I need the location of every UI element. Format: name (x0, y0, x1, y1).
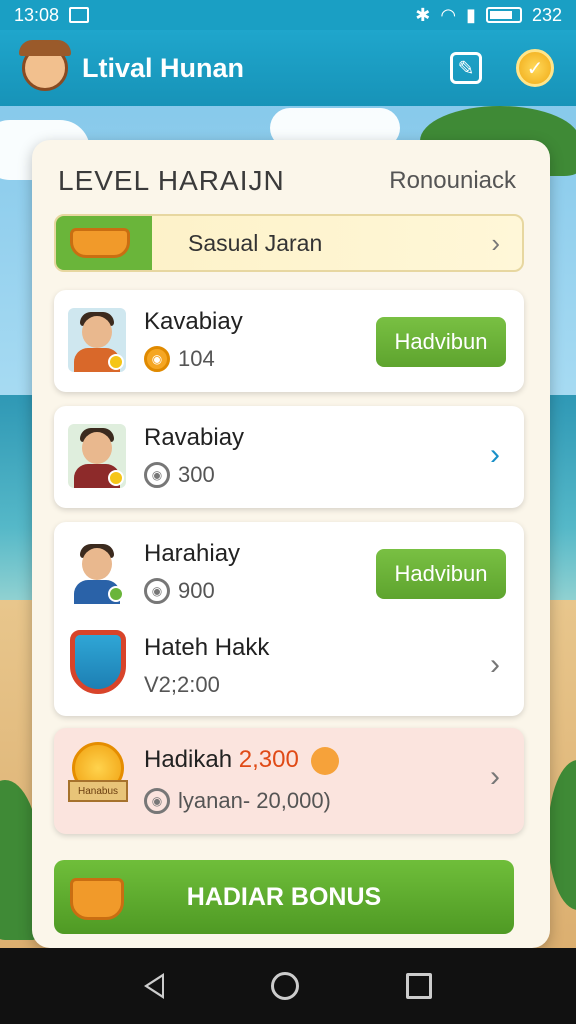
avatar[interactable] (19, 40, 71, 91)
bluetooth-icon: ✱ (415, 4, 431, 25)
banner-item[interactable]: Sasual Jaran › (54, 214, 524, 272)
chevron-right-icon: › (490, 760, 500, 793)
list-item[interactable]: Harahiay ◉ 900 Hadvibun (54, 522, 524, 622)
list-item[interactable]: Hateh Hakk V2;2:00 › (54, 616, 524, 716)
coin-icon: ◉ (144, 788, 170, 814)
player-name: Harahiay (144, 540, 241, 567)
wifi-icon: ◠ (440, 4, 457, 25)
coin-icon: ◉ (144, 462, 170, 488)
player-name: Kavabiay (144, 308, 243, 335)
list-item[interactable]: Ravabiay ◉ 300 › (54, 406, 524, 508)
item-value: V2;2:00 (144, 672, 220, 697)
list-item[interactable]: Hanabus Hadikah 2,300 ◉ lyanan- 20,000) … (54, 728, 524, 834)
back-icon[interactable] (143, 973, 164, 999)
status-icons: ✱ ◠ ▮ 232 (415, 5, 562, 26)
claim-button[interactable]: Hadvibun (376, 549, 506, 599)
chevron-right-icon: › (491, 227, 500, 258)
recents-icon[interactable] (406, 973, 433, 999)
player-value: 900 (178, 578, 215, 603)
level-card: LEVEL HARAIJN Ronouniack Sasual Jaran › … (32, 140, 550, 948)
chevron-right-icon: › (490, 648, 500, 681)
bonus-button[interactable]: HADIAR BONUS (54, 860, 514, 934)
claim-button[interactable]: Hadvibun (376, 317, 506, 367)
reward-amount: 2,300 (238, 746, 299, 773)
image-notification-icon (69, 7, 90, 23)
player-value: 104 (178, 346, 215, 371)
medal-label: Hanabus (68, 780, 128, 802)
player-value: 300 (178, 462, 215, 487)
card-link[interactable]: Ronouniack (389, 167, 516, 195)
edit-icon[interactable]: ✎ (450, 52, 482, 84)
coin-icon: ◉ (144, 346, 170, 372)
navigation-bar (0, 948, 576, 1024)
player-name: Ravabiay (144, 424, 245, 451)
app-title: Ltival Hunan (82, 52, 245, 83)
basket-icon (70, 878, 124, 920)
battery-icon (485, 7, 522, 23)
player-avatar (68, 424, 126, 488)
smiley-icon (311, 746, 340, 775)
reward-name: Hadikah (144, 746, 233, 773)
coin-icon[interactable]: ✓ (516, 49, 554, 87)
card-title: LEVEL HARAIJN (58, 165, 285, 196)
list-group: Harahiay ◉ 900 Hadvibun Hateh Hakk V2;2:… (54, 522, 524, 716)
coin-icon: ◉ (144, 578, 170, 604)
status-bar: 13:08 ✱ ◠ ▮ 232 (0, 0, 576, 30)
player-avatar (68, 540, 126, 604)
banner-label: Sasual Jaran (188, 229, 323, 256)
player-avatar (68, 308, 126, 372)
item-name: Hateh Hakk (144, 634, 270, 661)
basket-icon (70, 228, 130, 258)
home-icon[interactable] (270, 972, 299, 1000)
list-item[interactable]: Kavabiay ◉ 104 Hadvibun (54, 290, 524, 392)
status-time: 13:08 (14, 4, 60, 25)
status-right-text: 232 (531, 4, 562, 25)
signal-icon: ▮ (466, 4, 476, 25)
reward-value: lyanan- 20,000) (178, 788, 331, 813)
chevron-right-icon[interactable]: › (490, 438, 500, 472)
bonus-label: HADIAR BONUS (186, 882, 382, 911)
shield-icon (70, 630, 126, 694)
app-header: Ltival Hunan ✎ ✓ (0, 30, 576, 106)
